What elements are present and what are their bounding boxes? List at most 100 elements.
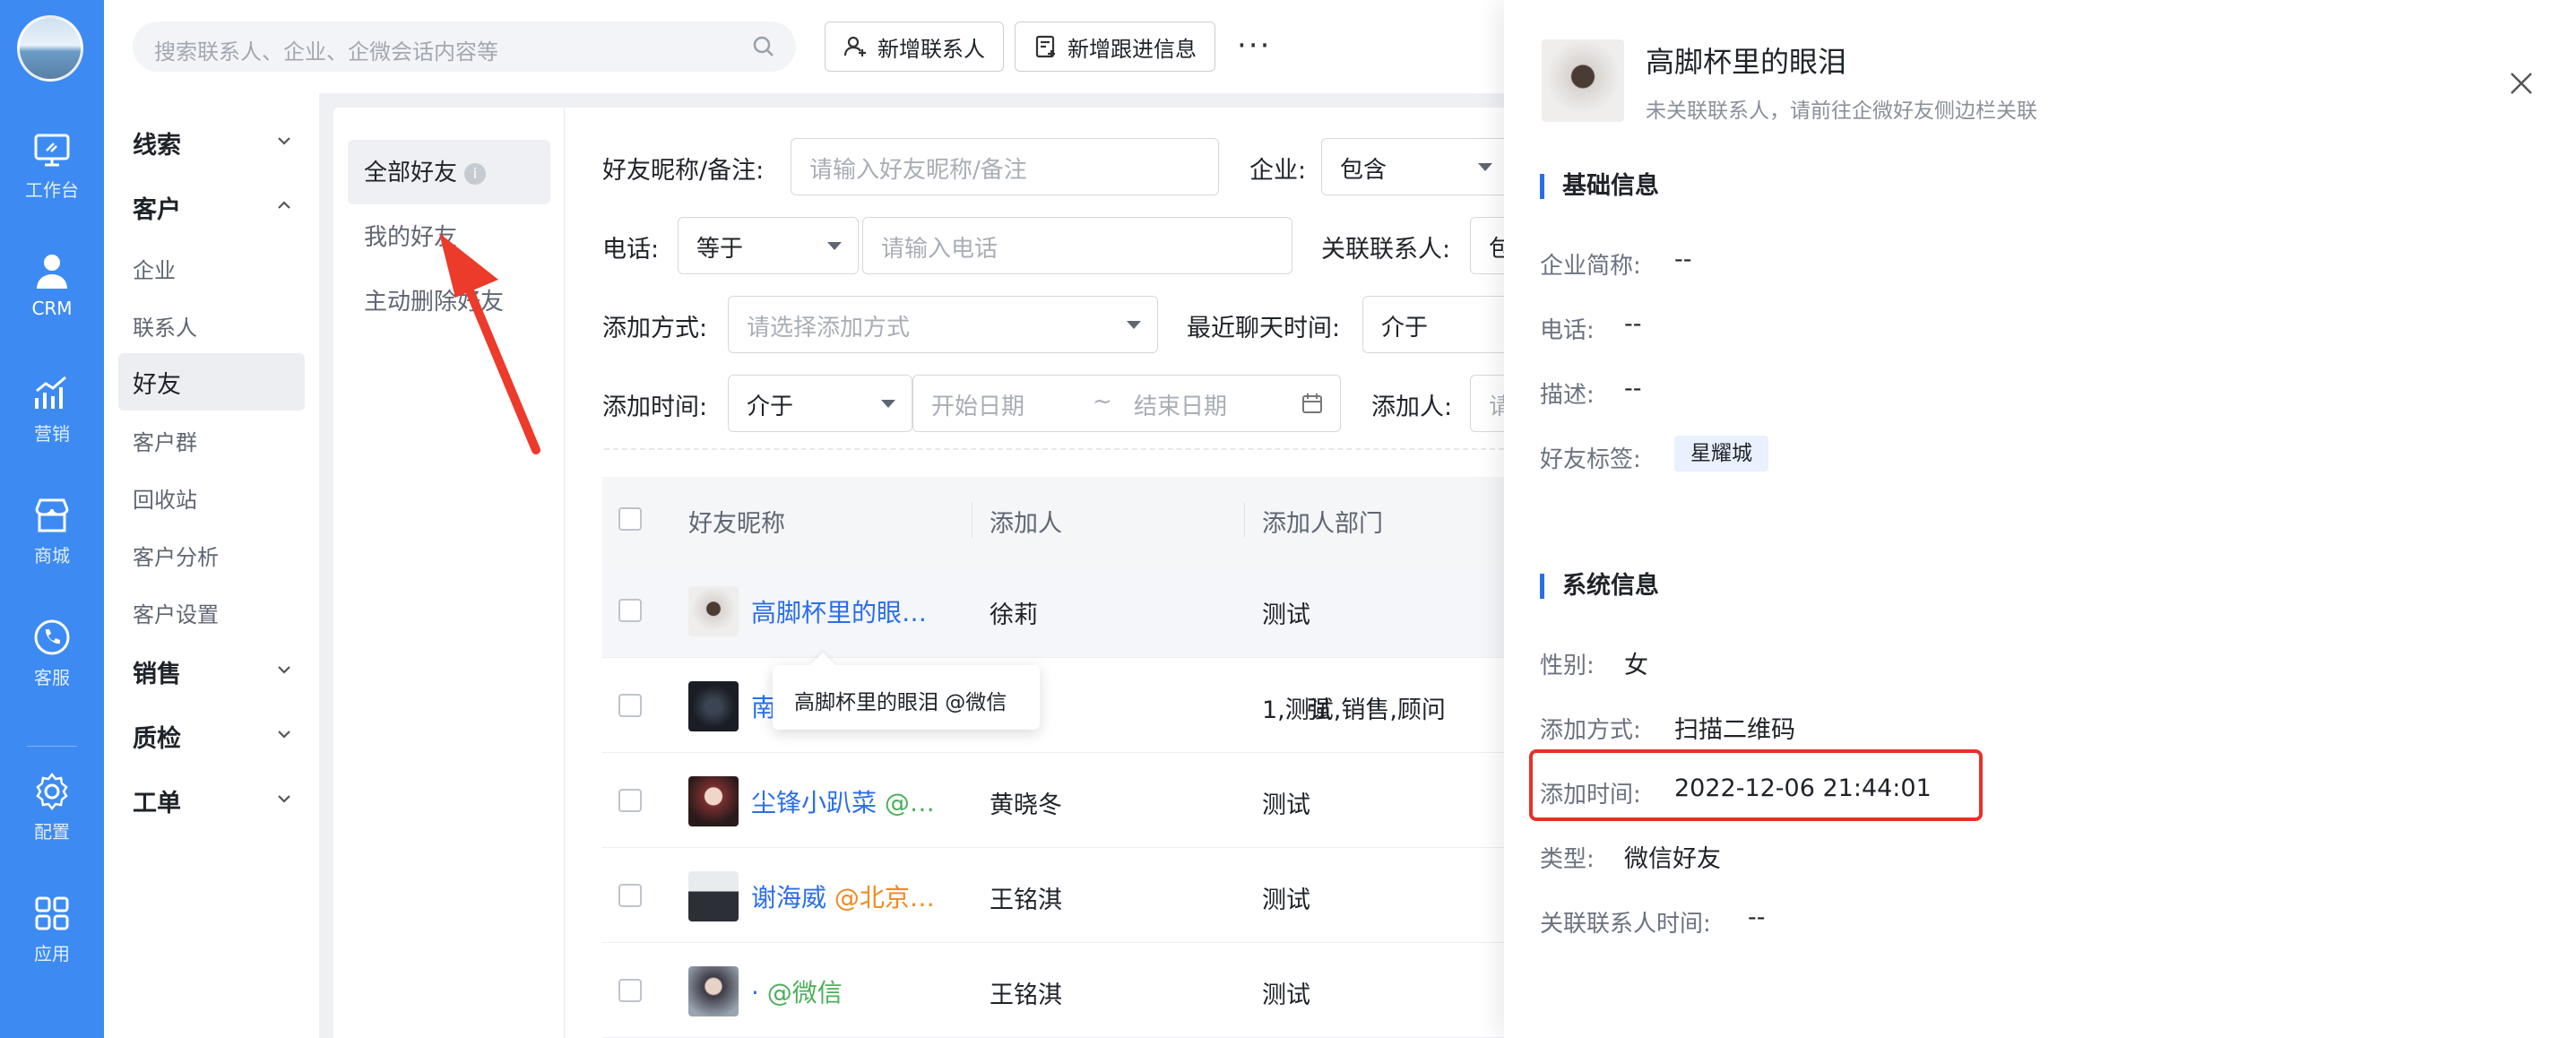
row-checkbox[interactable] — [618, 884, 642, 907]
nav-group-sales[interactable]: 销售 — [133, 654, 301, 689]
nav-group-label: 线索 — [133, 132, 181, 160]
info-icon[interactable]: i — [464, 162, 487, 185]
nav-item-customer-analysis[interactable]: 客户分析 — [133, 540, 219, 571]
rail-item-crm[interactable]: CRM — [0, 251, 104, 319]
nav-group-qc[interactable]: 质检 — [133, 719, 301, 754]
rail-item-workbench[interactable]: 工作台 — [0, 129, 104, 202]
nav-item-customer-settings[interactable]: 客户设置 — [133, 597, 219, 628]
column-header-department[interactable]: 添加人部门 — [1262, 504, 1383, 539]
rail-item-config[interactable]: 配置 — [0, 771, 104, 843]
nav-item-recycle-bin[interactable]: 回收站 — [133, 482, 197, 514]
related-contact-label: 关联联系人: — [1321, 236, 1451, 264]
user-icon — [37, 255, 67, 289]
chevron-down-icon — [278, 795, 290, 803]
department-cell: 测试 — [1262, 982, 1310, 1009]
nav-group-label: 质检 — [133, 725, 181, 753]
nick-filter-input[interactable]: 请输入好友昵称/备注 — [791, 138, 1219, 195]
table-row[interactable]: 谢海威 @北京… 王铭淇 测试 — [602, 848, 1504, 943]
add-time-op-value: 介于 — [747, 394, 794, 420]
nav-item-friends[interactable]: 好友 — [133, 365, 181, 400]
user-avatar[interactable] — [17, 15, 83, 82]
add-time-label: 添加时间: — [602, 394, 708, 421]
add-contact-button[interactable]: 新增联系人 — [825, 22, 1004, 72]
last-chat-op-select[interactable]: 介于 — [1362, 296, 1524, 353]
range-separator: ~ — [1093, 388, 1112, 415]
phone-icon — [34, 619, 70, 655]
adder-cell: 徐莉 — [990, 601, 1038, 629]
chevron-down-icon — [278, 666, 290, 674]
caret-down-icon — [1127, 321, 1141, 329]
friend-list-all[interactable]: 全部好友 i — [364, 154, 487, 187]
rail-item-mall[interactable]: 商城 — [0, 495, 104, 567]
phone-filter-input[interactable]: 请输入电话 — [862, 217, 1292, 274]
friend-avatar — [688, 586, 739, 636]
rail-item-marketing[interactable]: 营销 — [0, 373, 104, 445]
friend-name: 高脚杯里的眼… — [751, 598, 928, 627]
nav-group-ticket[interactable]: 工单 — [133, 783, 301, 818]
chevron-down-icon — [278, 731, 290, 739]
row-checkbox[interactable] — [618, 599, 642, 622]
table-row[interactable]: 尘锋小趴菜 @… 黄晓冬 测试 — [602, 753, 1504, 848]
friend-name-link[interactable]: 尘锋小趴菜 @… — [751, 783, 935, 819]
adder-cell: 王铭淇 — [990, 982, 1062, 1009]
adder-cell: 王铭淇 — [990, 887, 1062, 914]
nav-item-customer-groups[interactable]: 客户群 — [133, 425, 197, 456]
column-header-adder[interactable]: 添加人 — [990, 504, 1062, 539]
column-header-nickname[interactable]: 好友昵称 — [688, 504, 785, 539]
rail-divider — [27, 746, 77, 747]
related-time-label: 关联联系人时间: — [1540, 911, 1711, 938]
monitor-icon — [34, 134, 70, 167]
search-icon — [753, 36, 774, 56]
corp-short-value: -- — [1674, 246, 1692, 273]
method-filter-select[interactable]: 请选择添加方式 — [728, 296, 1158, 353]
row-checkbox[interactable] — [618, 789, 642, 812]
add-method-value: 扫描二维码 — [1674, 716, 1795, 744]
nav-group-label: 工单 — [133, 790, 181, 817]
rail-label: 应用 — [34, 943, 70, 964]
table-row[interactable]: · @微信 王铭淇 测试 — [602, 943, 1504, 1038]
add-time-op-select[interactable]: 介于 — [728, 375, 912, 432]
corp-filter-select[interactable]: 包含 — [1321, 138, 1509, 195]
friend-detail-title: 高脚杯里的眼泪 — [1646, 45, 1847, 79]
select-all-checkbox[interactable] — [618, 507, 642, 531]
add-contact-label: 新增联系人 — [877, 36, 985, 62]
friend-avatar — [688, 966, 739, 1016]
friend-detail-avatar — [1542, 39, 1624, 122]
nav-item-contacts[interactable]: 联系人 — [133, 310, 197, 342]
department-cell: 测试 — [1262, 601, 1310, 629]
crm-subnav: 线索 客户 企业 联系人 好友 客户群 回收站 客户分析 客户设置 销售 质检 … — [104, 93, 319, 1038]
adder-cell: 黄晓冬 — [990, 791, 1062, 819]
table-row[interactable]: 南 强 1,测试,销售,顾问 — [602, 658, 1504, 753]
row-checkbox[interactable] — [618, 979, 642, 1002]
close-icon[interactable] — [2508, 70, 2535, 97]
row-checkbox[interactable] — [618, 694, 642, 717]
friend-corp-suffix: @… — [877, 788, 935, 817]
friend-avatar — [688, 681, 739, 731]
phone-value: -- — [1624, 310, 1642, 338]
nav-group-leads[interactable]: 线索 — [133, 125, 301, 160]
friend-name-link[interactable]: · @微信 — [751, 973, 843, 1009]
start-date-placeholder: 开始日期 — [931, 394, 1025, 420]
nav-group-customer[interactable]: 客户 — [133, 190, 301, 225]
global-search-input[interactable]: 搜索联系人、企业、企微会话内容等 — [133, 22, 796, 72]
nick-filter-label: 好友昵称/备注: — [602, 157, 765, 185]
caret-down-icon — [1478, 163, 1492, 171]
friend-name-link[interactable]: 高脚杯里的眼… — [751, 593, 927, 629]
add-time-range-picker[interactable]: 开始日期 ~ 结束日期 — [912, 375, 1341, 432]
chevron-up-icon — [278, 201, 290, 209]
table-row[interactable]: 高脚杯里的眼… 徐莉 测试 — [602, 563, 1504, 658]
add-user-icon — [843, 36, 866, 56]
nav-group-label: 客户 — [133, 196, 181, 224]
friend-name-link[interactable]: 谢海威 @北京… — [751, 878, 935, 914]
rail-item-apps[interactable]: 应用 — [0, 893, 104, 965]
more-actions-button[interactable]: ··· — [1237, 30, 1271, 61]
last-chat-label: 最近聊天时间: — [1187, 315, 1341, 342]
friend-name: · — [751, 978, 759, 1008]
add-followup-button[interactable]: 新增跟进信息 — [1015, 22, 1215, 72]
phone-op-select[interactable]: 等于 — [678, 217, 859, 274]
nav-item-enterprise[interactable]: 企业 — [133, 253, 176, 284]
friend-detail-drawer: 高脚杯里的眼泪 未关联联系人，请前往企微好友侧边栏关联 基础信息 企业简称: -… — [1504, 0, 2576, 1038]
rail-label: 客服 — [34, 667, 70, 688]
top-bar: 搜索联系人、企业、企微会话内容等 新增联系人 新增跟进信息 ··· — [104, 0, 1504, 93]
rail-item-service[interactable]: 客服 — [0, 617, 104, 689]
